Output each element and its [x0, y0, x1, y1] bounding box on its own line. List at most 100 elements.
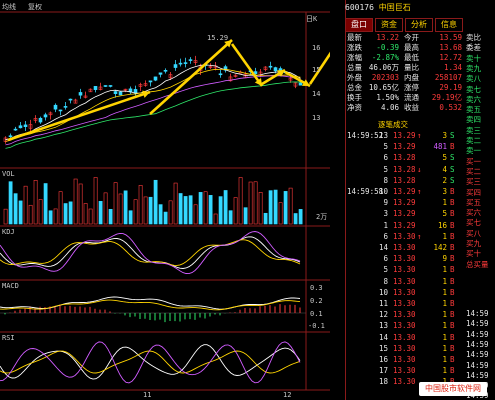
trade-price: 13.29 [393, 220, 416, 230]
volume-bar [3, 208, 8, 225]
candle [103, 85, 108, 87]
quote-key: 收益 [404, 103, 419, 112]
trade-side: B [450, 287, 455, 297]
candle [163, 69, 168, 72]
volume-bar [238, 177, 243, 225]
trade-arrow: ↑ [417, 231, 422, 241]
volume-bar [163, 211, 168, 225]
trade-count: 13 [378, 321, 388, 331]
date-label: 11 [143, 391, 152, 399]
side-time: 14:59 [466, 329, 489, 339]
quote-value: 1.50% [376, 93, 399, 102]
trade-volume: 1 [442, 355, 447, 364]
trade-volume: 1 [442, 299, 447, 308]
volume-bar [43, 183, 48, 225]
indicator-label: 复权 [28, 3, 42, 11]
candle [113, 91, 118, 94]
side-time: 14:59 [466, 309, 489, 318]
side-time: 14:59 [466, 350, 489, 360]
quote-value: -0.39 [376, 43, 399, 52]
trade-count: 17 [378, 366, 388, 376]
volume-bar [263, 212, 268, 225]
kline-chart[interactable] [0, 0, 330, 400]
volume-bar [83, 203, 88, 225]
trade-side: S [450, 131, 455, 140]
candle [178, 62, 183, 65]
period-tag[interactable]: 日K [306, 14, 317, 24]
tab-xinxi[interactable]: 信息 [435, 18, 463, 32]
orderbook-label: 卖十 [466, 53, 481, 63]
trade-count: 6 [383, 231, 388, 241]
tab-pankou[interactable]: 盘口 [345, 18, 373, 32]
macd-axis-label: 0.3 [310, 284, 323, 292]
volume-bar [88, 208, 93, 225]
trade-volume: 5 [442, 153, 447, 163]
trade-count: 8 [383, 175, 388, 185]
volume-bar [8, 181, 13, 225]
macd-axis-label: -0.1 [308, 322, 325, 330]
trade-volume: 1 [442, 198, 447, 208]
quote-key: 涨停 [404, 83, 419, 92]
quote-key: 内盘 [404, 73, 419, 82]
trade-price: 13.30 [393, 343, 416, 353]
trade-count: 13 [378, 131, 388, 140]
trend-arrow [149, 39, 233, 115]
volume-bar [48, 210, 53, 225]
volume-bar [13, 193, 18, 225]
price-axis-label: 13 [312, 114, 321, 122]
trade-price: 13.30 [393, 243, 416, 252]
trade-volume: 1 [442, 287, 447, 297]
orderbook-label: 卖五 [466, 105, 481, 115]
candle [8, 135, 13, 138]
trade-volume: 5 [442, 209, 447, 219]
macd-label: MACD [2, 282, 19, 290]
trade-arrow: ↑ [417, 131, 422, 140]
volume-bar [158, 204, 163, 225]
orderbook-label: 买八 [466, 228, 481, 238]
candle [108, 85, 113, 87]
trade-side: B [450, 243, 455, 252]
orderbook-label: 买七 [466, 218, 481, 228]
volume-bar [78, 183, 83, 225]
volume-bar [148, 196, 153, 225]
trade-count: 5 [383, 164, 388, 174]
volume-bar [188, 195, 193, 225]
rsi-label: RSI [2, 334, 15, 342]
trade-count: 9 [383, 198, 388, 208]
quote-key: 最高 [404, 43, 419, 52]
trade-side: B [450, 355, 455, 364]
volume-bar [53, 208, 58, 225]
orderbook-label: 总买量 [466, 259, 489, 269]
trade-count: 14 [378, 243, 388, 252]
orderbook-label: 卖比 [466, 33, 481, 42]
volume-bar [173, 182, 178, 225]
volume-bar [28, 204, 33, 225]
trade-volume: 1 [442, 231, 447, 241]
quote-value: 4.06 [380, 103, 399, 112]
volume-bar [283, 191, 288, 225]
candle [118, 91, 123, 96]
trade-count: 10 [378, 187, 388, 196]
candle [273, 67, 278, 72]
trade-count: 5 [383, 142, 388, 152]
trade-price: 13.30 [393, 265, 416, 275]
trade-volume: 3 [442, 187, 447, 196]
price-axis-label: 15 [312, 66, 321, 74]
volume-bar [233, 197, 238, 225]
quote-key: 今开 [404, 33, 419, 42]
volume-bar [68, 201, 73, 225]
trade-side: B [450, 276, 455, 286]
trade-price: 13.29 [393, 187, 416, 196]
trade-side: B [450, 299, 455, 308]
tab-zijin[interactable]: 资金 [375, 18, 403, 32]
tab-fenxi[interactable]: 分析 [405, 18, 433, 32]
trade-count: 11 [378, 299, 388, 308]
orderbook-label: 委差 [466, 43, 481, 53]
volume-bar [218, 196, 223, 225]
volume-bar [143, 196, 148, 225]
volume-bar [123, 190, 128, 225]
trade-side: B [450, 343, 455, 353]
trend-arrow [308, 51, 330, 85]
trade-price: 13.30 [393, 231, 416, 241]
chart-area[interactable]: 均线 复权 日K 15.29 16 15 14 13 VOL 2万 KDJ MA… [0, 0, 330, 400]
